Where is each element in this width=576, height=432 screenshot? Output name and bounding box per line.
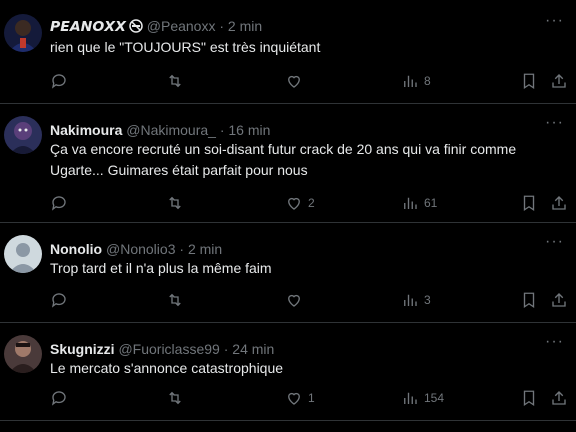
tweet[interactable]: Nonolio @Nonolio3 · 2 min ··· Trop tard … [0, 223, 576, 323]
reply-button[interactable] [50, 291, 73, 309]
retweet-icon [169, 391, 181, 405]
tweet-header: Skugnizzi @Fuoriclasse99 · 24 min [50, 341, 274, 358]
view-count: 8 [424, 74, 431, 88]
retweet-icon [169, 74, 181, 88]
tweet-text: Ça va encore recruté un soi-disant futur… [50, 141, 517, 178]
heart-icon [288, 392, 300, 405]
views-icon [404, 392, 417, 404]
avatar[interactable] [4, 335, 42, 373]
timestamp[interactable]: 2 min [188, 241, 222, 257]
share-icon [552, 74, 566, 88]
no-smoking-emoji-icon [129, 19, 143, 37]
tweet-header: Nonolio @Nonolio3 · 2 min [50, 241, 222, 258]
more-icon[interactable]: ··· [545, 114, 564, 132]
views-icon [404, 294, 417, 306]
timestamp[interactable]: 16 min [228, 122, 270, 138]
share-icon [552, 196, 566, 210]
more-icon[interactable]: ··· [545, 12, 564, 30]
share-icon [552, 391, 566, 405]
retweet-icon [169, 293, 181, 307]
avatar[interactable] [4, 235, 42, 273]
bookmark-button[interactable] [520, 72, 538, 90]
retweet-button[interactable] [166, 72, 189, 90]
like-button[interactable]: 1 [285, 389, 315, 407]
handle[interactable]: @Nonolio3 [106, 241, 175, 257]
tweet[interactable]: 𝙋𝙀𝘼𝙉𝙊𝙓𝙓 @Peanoxx · 2 min ··· rien que le… [0, 0, 576, 104]
action-bar: 3 [50, 291, 576, 311]
more-icon[interactable]: ··· [545, 233, 564, 251]
more-icon[interactable]: ··· [545, 333, 564, 351]
bookmark-icon [523, 195, 535, 212]
heart-icon [288, 294, 300, 307]
like-count: 2 [308, 196, 315, 210]
view-count: 61 [424, 196, 438, 210]
display-name[interactable]: Skugnizzi [50, 341, 115, 357]
handle[interactable]: @Fuoriclasse99 [118, 341, 219, 357]
timestamp[interactable]: 24 min [232, 341, 274, 357]
display-name[interactable]: Nakimoura [50, 122, 122, 138]
handle[interactable]: @Nakimoura_ [126, 122, 216, 138]
views-button[interactable]: 8 [401, 72, 431, 90]
bookmark-icon [523, 390, 535, 407]
bookmark-button[interactable] [520, 389, 538, 407]
separator: · [223, 341, 229, 357]
display-name[interactable]: Nonolio [50, 241, 102, 257]
bookmark-button[interactable] [520, 291, 538, 309]
separator: · [219, 18, 225, 34]
heart-icon [288, 197, 300, 210]
view-count: 3 [424, 293, 431, 307]
share-button[interactable] [550, 291, 568, 309]
reply-icon [51, 196, 66, 211]
share-button[interactable] [550, 389, 568, 407]
views-button[interactable]: 61 [401, 194, 437, 212]
retweet-button[interactable] [166, 194, 189, 212]
tweet-text: Le mercato s'annonce catastrophique [50, 360, 284, 376]
tweet[interactable]: Nakimoura @Nakimoura_ · 16 min ··· Ça va… [0, 104, 576, 223]
tweet[interactable]: Skugnizzi @Fuoriclasse99 · 24 min ··· Le… [0, 323, 576, 421]
tweet-text: Trop tard et il n'a plus la même faim [50, 260, 272, 276]
reply-icon [51, 391, 66, 406]
tweet-header: Nakimoura @Nakimoura_ · 16 min [50, 122, 270, 139]
views-button[interactable]: 3 [401, 291, 431, 309]
handle[interactable]: @Peanoxx [147, 18, 216, 34]
separator: · [219, 122, 225, 138]
action-bar: 2 61 [50, 194, 576, 214]
share-button[interactable] [550, 72, 568, 90]
action-bar: 1 154 [50, 389, 576, 409]
display-name[interactable]: 𝙋𝙀𝘼𝙉𝙊𝙓𝙓 [50, 18, 126, 34]
view-count: 154 [424, 391, 445, 405]
views-button[interactable]: 154 [401, 389, 444, 407]
like-button[interactable] [285, 72, 308, 90]
bookmark-icon [523, 73, 535, 90]
action-bar: 8 [50, 72, 576, 92]
bookmark-button[interactable] [520, 194, 538, 212]
timestamp[interactable]: 2 min [228, 18, 262, 34]
tweet-header: 𝙋𝙀𝘼𝙉𝙊𝙓𝙓 @Peanoxx · 2 min [50, 18, 262, 37]
avatar[interactable] [4, 14, 42, 52]
avatar[interactable] [4, 116, 42, 154]
reply-icon [51, 74, 66, 89]
share-button[interactable] [550, 194, 568, 212]
reply-button[interactable] [50, 194, 73, 212]
reply-icon [51, 293, 66, 308]
share-icon [552, 293, 566, 307]
bookmark-icon [523, 292, 535, 309]
heart-icon [288, 75, 300, 88]
separator: · [179, 241, 185, 257]
tweet-text: rien que le "TOUJOURS" est très inquiéta… [50, 39, 321, 55]
retweet-button[interactable] [166, 291, 189, 309]
like-button[interactable]: 2 [285, 194, 315, 212]
reply-button[interactable] [50, 72, 73, 90]
retweet-icon [169, 196, 181, 210]
like-count: 1 [308, 391, 315, 405]
retweet-button[interactable] [166, 389, 189, 407]
like-button[interactable] [285, 291, 308, 309]
reply-button[interactable] [50, 389, 73, 407]
views-icon [404, 75, 417, 87]
views-icon [404, 197, 417, 209]
